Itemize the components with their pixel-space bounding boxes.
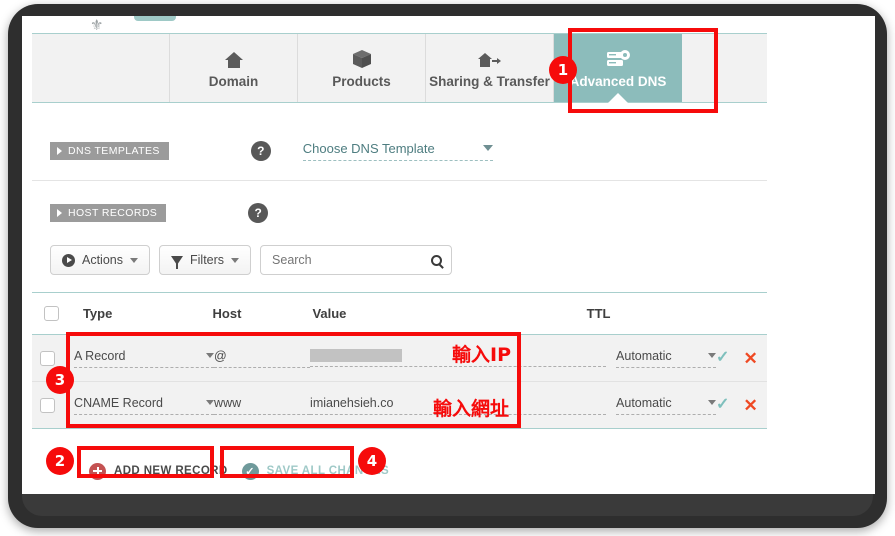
- header-ttl: TTL: [586, 306, 611, 321]
- host-records-section: HOST RECORDS ?: [32, 183, 767, 243]
- filters-button[interactable]: Filters: [159, 245, 252, 275]
- row-ttl-cell: Automatic: [606, 395, 717, 415]
- records-toolbar: Actions Filters: [50, 245, 453, 275]
- filters-button-label: Filters: [190, 253, 225, 267]
- annotation-badge-4: 4: [358, 447, 386, 475]
- chevron-down-icon: [206, 353, 215, 358]
- redacted-value-bar: [310, 349, 403, 362]
- table-row: CNAME Record www imianehsieh.co Automati…: [32, 382, 767, 429]
- house-arrow-icon: [477, 47, 503, 69]
- table-header-row: Type Host Value TTL: [32, 292, 767, 335]
- row-actions-cell: ✓ ✕: [716, 350, 767, 367]
- chevron-down-icon: [708, 353, 717, 358]
- row-type-cell: A Record: [62, 348, 215, 368]
- plus-circle-icon: [89, 462, 106, 480]
- choose-dns-template-select[interactable]: Choose DNS Template: [302, 140, 493, 161]
- tab-bar: Domain Products Sharing & Transfer Advan…: [32, 33, 767, 103]
- chevron-down-icon: [206, 400, 215, 405]
- footer-actions: ADD NEW RECORD ✓ SAVE ALL CHANGES: [32, 448, 767, 494]
- tab-products-label: Products: [332, 74, 391, 89]
- tab-domain-label: Domain: [208, 74, 259, 89]
- tab-advanced-dns-label: Advanced DNS: [569, 74, 667, 89]
- row-host-cell: www: [214, 395, 311, 415]
- record-type-select[interactable]: CNAME Record: [74, 395, 215, 415]
- confirm-check-icon[interactable]: ✓: [716, 350, 729, 366]
- check-circle-icon: ✓: [241, 462, 259, 480]
- ttl-select[interactable]: Automatic: [616, 348, 717, 368]
- app-screen: ⚜ Domain Products Sharing & Transfer Adv…: [22, 16, 875, 494]
- row-host-cell: @: [214, 348, 311, 368]
- host-input[interactable]: @: [214, 348, 311, 368]
- host-value: @: [214, 348, 227, 363]
- row-checkbox[interactable]: [39, 397, 55, 413]
- header-value: Value: [312, 306, 347, 321]
- house-icon: [224, 47, 244, 69]
- host-records-help-icon[interactable]: ?: [248, 203, 269, 223]
- actions-button[interactable]: Actions: [50, 245, 150, 275]
- select-all-checkbox[interactable]: [43, 306, 59, 321]
- tab-spacer: [32, 34, 170, 102]
- ttl-select[interactable]: Automatic: [616, 395, 717, 415]
- funnel-icon: [171, 255, 183, 269]
- annotation-callout-url: 輸入網址: [433, 398, 510, 420]
- header-host: Host: [212, 306, 242, 321]
- annotation-badge-2: 2: [46, 447, 74, 475]
- header-type: Type: [82, 306, 113, 321]
- search-input[interactable]: [270, 252, 421, 268]
- top-teal-stub: [134, 16, 176, 21]
- select-all-cell[interactable]: [32, 306, 71, 321]
- record-type-select[interactable]: A Record: [74, 348, 215, 368]
- chevron-down-icon: [482, 145, 493, 151]
- dns-templates-help-icon[interactable]: ?: [250, 140, 271, 161]
- value-text: imianehsieh.co: [310, 395, 394, 410]
- annotation-badge-3: 3: [46, 366, 74, 394]
- record-type-value: A Record: [74, 348, 126, 363]
- tab-domain[interactable]: Domain: [170, 34, 298, 102]
- delete-x-icon[interactable]: ✕: [743, 350, 757, 367]
- table-row: A Record @ Automatic ✓ ✕: [32, 335, 767, 382]
- host-records-table: Type Host Value TTL A Record @ Automatic…: [32, 292, 767, 429]
- chevron-down-icon: [130, 257, 138, 263]
- search-icon[interactable]: [431, 254, 443, 266]
- dns-templates-section: DNS TEMPLATES ? Choose DNS Template: [32, 121, 767, 181]
- host-records-tag[interactable]: HOST RECORDS: [50, 204, 167, 222]
- row-type-cell: CNAME Record: [62, 395, 215, 415]
- row-checkbox[interactable]: [39, 350, 55, 366]
- server-gear-icon: [605, 47, 631, 69]
- row-actions-cell: ✓ ✕: [716, 397, 767, 414]
- row-ttl-cell: Automatic: [606, 348, 717, 368]
- chevron-down-icon: [708, 400, 717, 405]
- ttl-value: Automatic: [616, 395, 672, 410]
- box-icon: [352, 47, 372, 69]
- host-value: www: [214, 395, 242, 410]
- ttl-value: Automatic: [616, 348, 672, 363]
- add-new-record-label: ADD NEW RECORD: [114, 465, 228, 477]
- choose-dns-template-value: Choose DNS Template: [302, 140, 435, 156]
- tab-products[interactable]: Products: [298, 34, 426, 102]
- row-select-cell[interactable]: [32, 397, 62, 413]
- play-circle-icon: [62, 253, 75, 267]
- search-box[interactable]: [260, 245, 453, 275]
- dns-templates-tag[interactable]: DNS TEMPLATES: [50, 141, 169, 160]
- cut-off-icon: ⚜: [90, 17, 104, 34]
- annotation-callout-ip: 輸入IP: [452, 344, 511, 366]
- tab-sharing-transfer-label: Sharing & Transfer: [429, 74, 550, 89]
- add-new-record-button[interactable]: ADD NEW RECORD: [89, 462, 228, 480]
- actions-button-label: Actions: [82, 253, 123, 267]
- chevron-down-icon: [231, 257, 240, 263]
- host-input[interactable]: www: [214, 395, 311, 415]
- tab-sharing-transfer[interactable]: Sharing & Transfer: [426, 34, 554, 102]
- record-type-value: CNAME Record: [74, 395, 163, 410]
- delete-x-icon[interactable]: ✕: [743, 397, 757, 414]
- confirm-check-icon[interactable]: ✓: [716, 397, 729, 413]
- annotation-badge-1: 1: [549, 56, 577, 84]
- row-select-cell[interactable]: [32, 350, 62, 366]
